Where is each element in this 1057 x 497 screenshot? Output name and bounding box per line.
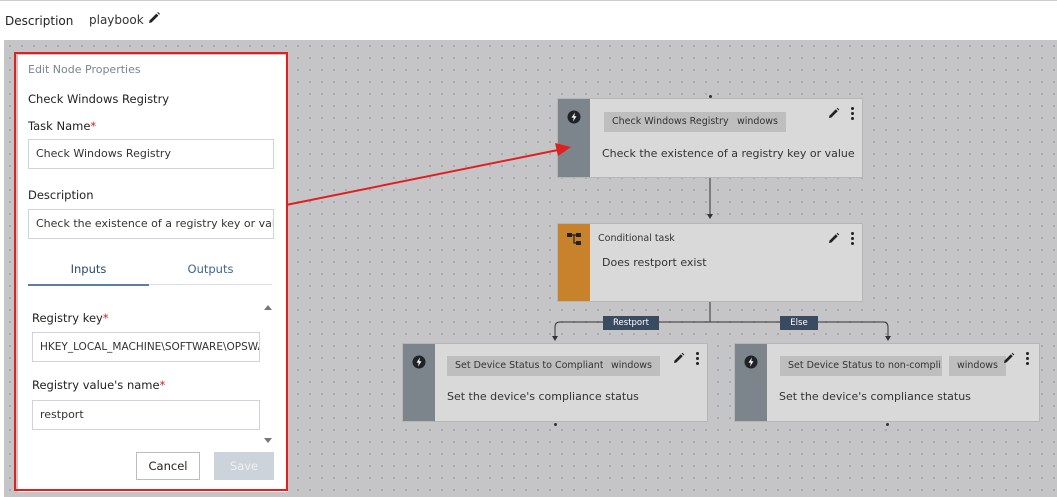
flow-branch-icon (567, 233, 581, 245)
edit-description-pencil-icon[interactable] (147, 11, 161, 25)
node-description: Set the device's compliance status (779, 390, 971, 403)
branch-label-else: Else (780, 316, 818, 330)
node-description: Set the device's compliance status (447, 390, 639, 403)
node-port[interactable] (554, 423, 557, 426)
node-description: Does restport exist (602, 256, 707, 269)
node-more-options-icon[interactable] (851, 107, 854, 122)
lightning-icon (412, 355, 426, 369)
required-marker: * (159, 378, 166, 392)
node-conditional-task[interactable]: Conditional task Does restport exist (557, 223, 863, 302)
node-title: Conditional task (598, 233, 675, 244)
scroll-down-arrow-icon[interactable] (264, 438, 272, 443)
cancel-button[interactable]: Cancel (136, 452, 200, 480)
task-name-input[interactable]: Check Windows Registry (28, 139, 274, 169)
scroll-up-arrow-icon[interactable] (264, 305, 272, 310)
edit-node-pencil-icon[interactable] (673, 352, 685, 364)
description-label: Description (5, 14, 74, 28)
node-more-options-icon[interactable] (1026, 352, 1029, 367)
node-title-chip: Set Device Status to Compliant (447, 356, 612, 376)
node-more-options-icon[interactable] (851, 232, 854, 247)
panel-title: Edit Node Properties (28, 63, 141, 76)
registry-key-label: Registry key* (32, 311, 109, 325)
edit-node-pencil-icon[interactable] (828, 232, 840, 244)
node-title-chip: Check Windows Registry (604, 112, 737, 132)
task-name-label: Task Name* (28, 119, 97, 133)
node-port[interactable] (709, 95, 712, 98)
node-title-chip: Set Device Status to non-compli... (780, 356, 942, 376)
input-output-tabs: Inputs Outputs (28, 255, 272, 286)
description-bar: Description playbook (0, 0, 1057, 41)
registry-value-name-input[interactable]: restport (32, 400, 260, 430)
node-tag-chip: windows (729, 112, 786, 132)
node-check-windows-registry[interactable]: Check Windows Registry windows Check the… (557, 98, 863, 178)
branch-label-restport: Restport (603, 316, 659, 330)
required-marker: * (90, 119, 97, 133)
save-button[interactable]: Save (214, 452, 274, 480)
panel-node-name: Check Windows Registry (28, 92, 170, 106)
registry-key-input[interactable]: HKEY_LOCAL_MACHINE\SOFTWARE\OPSWAT (32, 332, 260, 362)
registry-value-name-label: Registry value's name* (32, 378, 166, 392)
lightning-icon (567, 110, 581, 124)
node-more-options-icon[interactable] (696, 352, 699, 367)
node-description: Check the existence of a registry key or… (602, 147, 855, 160)
node-tag-chip: windows (603, 356, 660, 376)
node-set-device-non-compliant[interactable]: Set Device Status to non-compli... windo… (734, 343, 1040, 422)
edit-node-pencil-icon[interactable] (1003, 352, 1015, 364)
description-value: playbook (89, 13, 144, 27)
description-field-label: Description (28, 188, 94, 202)
lightning-icon (744, 355, 758, 369)
node-set-device-compliant[interactable]: Set Device Status to Compliant windows S… (402, 343, 708, 422)
node-tag-chip: windows (949, 356, 1006, 376)
node-port[interactable] (886, 423, 889, 426)
description-input[interactable]: Check the existence of a registry key or… (28, 209, 274, 239)
required-marker: * (102, 311, 109, 325)
edit-node-pencil-icon[interactable] (828, 107, 840, 119)
tab-outputs[interactable]: Outputs (149, 255, 272, 285)
tab-inputs[interactable]: Inputs (28, 255, 149, 286)
